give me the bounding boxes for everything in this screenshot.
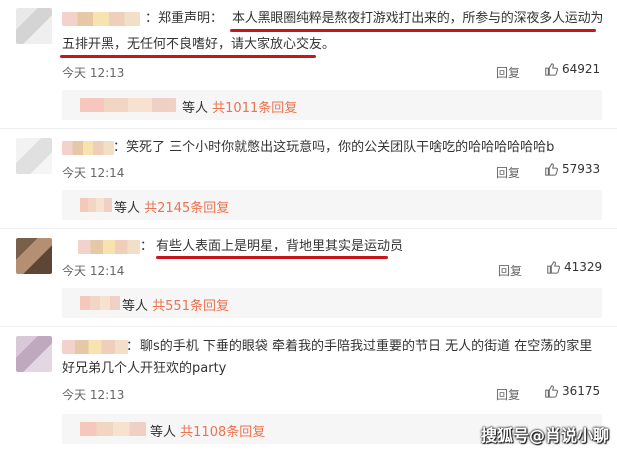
comment-text-line: 有些人表面上是明星，背地里其实是运动员 [156, 239, 404, 254]
sub-people: 等人 [150, 425, 177, 440]
sub-reply-users-blurred [80, 198, 112, 212]
like-button[interactable]: 64921 [544, 62, 600, 76]
thumbs-up-icon [545, 385, 558, 398]
name-suffix: ： [140, 239, 154, 254]
username-blurred[interactable] [62, 340, 128, 354]
comment-time: 今天 12:14 [62, 264, 125, 278]
reply-button[interactable]: 回复 [496, 64, 520, 81]
sub-people: 等人 [182, 101, 209, 116]
sub-reply-summary[interactable]: 等人 共1011条回复 [182, 97, 297, 116]
sub-count: 共1108条回复 [180, 425, 266, 440]
sub-reply-summary[interactable]: 等人 共1108条回复 [150, 421, 265, 440]
avatar[interactable] [16, 238, 52, 274]
watermark: 搜狐号@肖说小聊 [480, 426, 609, 445]
reply-button[interactable]: 回复 [498, 262, 522, 279]
like-button[interactable]: 41329 [546, 260, 602, 274]
username-blurred[interactable] [78, 240, 140, 254]
like-button[interactable]: 36175 [544, 384, 600, 398]
thumbs-up-icon [545, 63, 558, 76]
comment-time: 今天 12:14 [62, 166, 125, 180]
comment-text-line: 笑死了 三个小时你就憋出这玩意吗，你的公关团队干啥吃的哈哈哈哈哈哈b [126, 140, 555, 155]
avatar[interactable] [16, 336, 52, 372]
comment-time: 今天 12:13 [62, 66, 125, 80]
name-suffix: ：郑重声明： [145, 11, 224, 26]
like-count: 41329 [564, 260, 603, 274]
username-blurred[interactable] [62, 141, 114, 155]
name-suffix: ： [126, 339, 140, 354]
username-blurred[interactable] [62, 12, 140, 26]
sub-reply-users-blurred [80, 98, 176, 112]
comment-text-line: 本人黑眼圈纯粹是熬夜打游戏打出来的，所参与的深夜多人运动为 [232, 11, 604, 26]
avatar[interactable] [16, 138, 52, 174]
like-count: 57933 [562, 162, 601, 176]
sub-replies[interactable]: 等人 共1011条回复 [62, 90, 602, 120]
highlight-underline [156, 256, 388, 259]
comment-text-line: 五排开黑，无任何不良嗜好，请大家放心交友。 [62, 37, 336, 52]
thumbs-up-icon [547, 261, 560, 274]
sub-replies[interactable]: 等人 共2145条回复 [62, 190, 602, 220]
sub-people: 等人 [114, 201, 141, 216]
divider [0, 326, 617, 327]
like-count: 64921 [562, 62, 601, 76]
sub-reply-summary[interactable]: 等人 共2145条回复 [114, 197, 229, 216]
highlight-underline [230, 29, 596, 32]
reply-button[interactable]: 回复 [496, 386, 520, 403]
comment-time: 今天 12:13 [62, 388, 125, 402]
avatar[interactable] [16, 8, 52, 44]
like-count: 36175 [562, 384, 601, 398]
sub-reply-users-blurred [80, 296, 120, 310]
reply-button[interactable]: 回复 [496, 164, 520, 181]
sub-count: 共1011条回复 [212, 101, 298, 116]
comment-text-line: 聊s的手机 下垂的眼袋 牵着我的手陪我过重要的节日 无人的街道 在空荡的家里 [140, 339, 593, 354]
divider [0, 128, 617, 129]
sub-count: 共551条回复 [152, 299, 229, 314]
sub-count: 共2145条回复 [144, 201, 230, 216]
like-button[interactable]: 57933 [544, 162, 600, 176]
sub-reply-users-blurred [80, 422, 146, 436]
divider [0, 228, 617, 229]
thumbs-up-icon [545, 163, 558, 176]
sub-replies[interactable]: 等人 共551条回复 [62, 288, 602, 318]
sub-reply-summary[interactable]: 等人 共551条回复 [122, 295, 229, 314]
name-suffix: ： [113, 140, 127, 155]
sub-people: 等人 [122, 299, 149, 314]
comment-text-line: 好兄弟几个人开狂欢的party [62, 361, 227, 376]
highlight-underline [60, 55, 316, 58]
